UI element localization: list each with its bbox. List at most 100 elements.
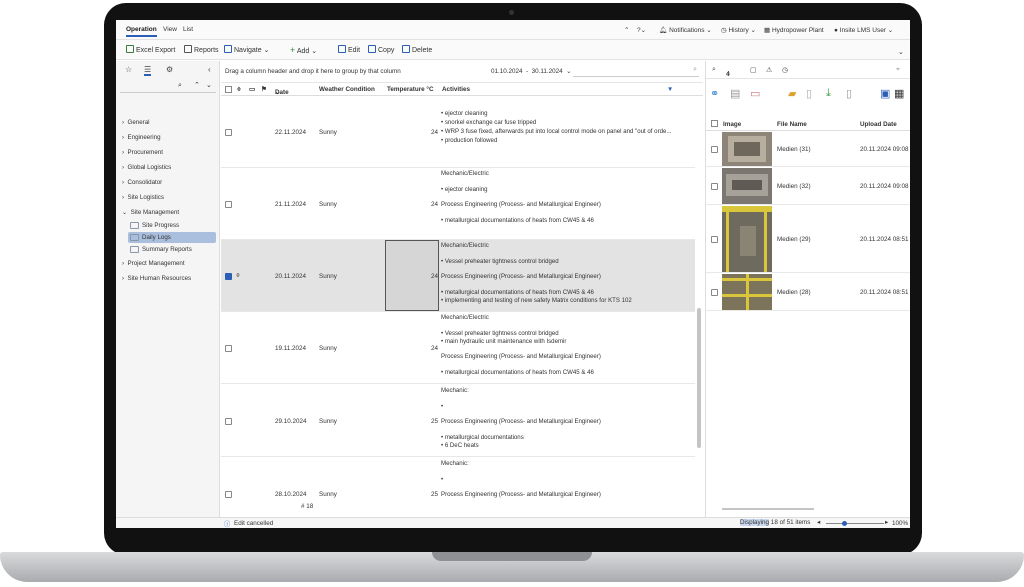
reports-button[interactable]: Reports: [184, 45, 219, 54]
row-checkbox[interactable]: [711, 146, 718, 153]
grid-view-icon[interactable]: ▤: [730, 87, 740, 100]
toolbar: Excel Export Reports Navigate ⌄ + Add ⌄ …: [116, 40, 910, 60]
collapse-icon[interactable]: ⌃: [624, 26, 629, 34]
sidebar-item-general[interactable]: › General: [122, 119, 150, 126]
notifications-button[interactable]: 🔔︎ Notifications ⌄: [659, 26, 712, 34]
zoom-slider[interactable]: [826, 523, 884, 524]
excel-export-button[interactable]: Excel Export: [126, 45, 175, 54]
sidebar-item-daily-logs[interactable]: Daily Logs: [128, 232, 216, 243]
sidebar-item-consolidator[interactable]: › Consolidator: [122, 179, 162, 186]
date-range-picker[interactable]: 01.10.2024 - 30.11.2024 ⌄: [491, 68, 571, 75]
warning-icon[interactable]: ⚠: [766, 66, 772, 74]
expand-icon[interactable]: ⌄: [898, 48, 904, 56]
filter-icon[interactable]: ▼: [667, 86, 673, 93]
attachment-row[interactable]: Medien (29) 20.11.2024 08:51: [706, 205, 910, 273]
panel-tabs: ⌕ ⌽ 4 ▢ ⚠ ◷ ⌖: [706, 61, 910, 79]
grid-scrollbar[interactable]: [697, 96, 701, 500]
link-icon[interactable]: ⚭: [710, 87, 719, 100]
pin-icon[interactable]: ⌖: [896, 66, 900, 74]
panel-scrollbar[interactable]: [722, 508, 814, 510]
excel-icon: [126, 45, 134, 53]
clock-icon[interactable]: ◷: [782, 66, 788, 74]
download-icon[interactable]: ⤓: [826, 87, 831, 100]
row-checkbox[interactable]: [711, 236, 718, 243]
sidebar-item-summary-reports[interactable]: Summary Reports: [128, 244, 216, 255]
grid-search-input[interactable]: ⌕: [573, 66, 699, 77]
sidebar-item-project-management[interactable]: › Project Management: [122, 260, 185, 267]
help-icon[interactable]: ?⌄: [637, 26, 646, 34]
column-temperature[interactable]: Temperature °C: [387, 86, 434, 93]
attachment-row[interactable]: Medien (28) 20.11.2024 08:51: [706, 273, 910, 311]
report-icon: [184, 45, 192, 53]
table-row[interactable]: 21.11.2024 Sunny 24 Mechanic/Electric • …: [221, 168, 695, 240]
history-button[interactable]: ◷ History ⌄: [721, 26, 756, 34]
search-icon[interactable]: ⌕: [712, 66, 716, 74]
sidebar-search[interactable]: ⌕ ⌃ ⌄: [120, 81, 216, 93]
row-checkbox-checked[interactable]: [225, 273, 232, 280]
attachment-row[interactable]: Medien (32) 20.11.2024 09:08: [706, 167, 910, 205]
collapse-sidebar-icon[interactable]: ‹: [208, 65, 211, 74]
row-checkbox[interactable]: [225, 491, 232, 498]
file-icon[interactable]: ▯: [846, 87, 852, 100]
select-all-checkbox[interactable]: [711, 120, 718, 127]
select-all-checkbox[interactable]: [225, 86, 232, 93]
add-button[interactable]: + Add ⌄: [290, 45, 317, 55]
bell-icon: 🔔︎: [659, 27, 668, 34]
column-image[interactable]: Image: [723, 121, 741, 128]
user-menu[interactable]: ● Insite LMS User ⌄: [834, 26, 893, 34]
column-upload-date[interactable]: Upload Date: [860, 121, 897, 128]
status-message: Edit cancelled: [234, 520, 274, 527]
row-checkbox[interactable]: [711, 183, 718, 190]
tab-list[interactable]: List: [183, 26, 193, 33]
favorites-icon[interactable]: ☆: [125, 65, 132, 74]
table-row[interactable]: 29.10.2024 Sunny 25 Mechanic: • Process …: [221, 384, 695, 457]
tab-view[interactable]: View: [163, 26, 177, 33]
delete-button[interactable]: Delete: [402, 45, 432, 54]
list-icon[interactable]: ☰: [144, 65, 152, 76]
expand-all-icon[interactable]: ⌃: [194, 81, 200, 89]
column-activities[interactable]: Activities: [442, 86, 470, 93]
row-checkbox[interactable]: [225, 418, 232, 425]
sidebar-item-site-human-resources[interactable]: › Site Human Resources: [122, 275, 191, 282]
delete-icon: [402, 45, 410, 53]
list-view-icon[interactable]: ▣: [880, 87, 890, 100]
table-row[interactable]: 28.10.2024 Sunny 25 Mechanic: • Process …: [221, 457, 695, 500]
row-checkbox[interactable]: [225, 129, 232, 136]
collapse-all-icon[interactable]: ⌄: [206, 81, 212, 89]
copy-button[interactable]: Copy: [368, 45, 394, 54]
row-checkbox[interactable]: [225, 345, 232, 352]
sidebar-item-site-progress[interactable]: Site Progress: [128, 220, 216, 231]
table-row[interactable]: 19.11.2024 Sunny 24 Mechanic/Electric • …: [221, 312, 695, 384]
sidebar-item-engineering[interactable]: › Engineering: [122, 134, 161, 141]
grid-body: 22.11.2024 Sunny 24 • ejector cleaning •…: [221, 96, 695, 500]
flag-col-icon: ⚑: [261, 86, 267, 93]
sidebar-item-site-logistics[interactable]: › Site Logistics: [122, 194, 164, 201]
row-checkbox[interactable]: [711, 289, 718, 296]
document-icon[interactable]: ▯: [806, 87, 812, 100]
grid-header: ⌽ ▭ ⚑ ⌄ Date Weather Condition Temperatu…: [221, 83, 703, 96]
zoom-slider-handle[interactable]: [842, 521, 847, 526]
tab-operation[interactable]: Operation: [126, 26, 157, 37]
table-row[interactable]: 22.11.2024 Sunny 24 • ejector cleaning •…: [221, 96, 695, 168]
copy-icon: [368, 45, 376, 53]
gallery-icon[interactable]: ▭: [750, 87, 760, 100]
scrollbar-thumb[interactable]: [697, 308, 701, 448]
paperclip-icon: ⌽: [236, 272, 240, 279]
table-row-selected[interactable]: ⌽ 20.11.2024 Sunny 24 Mechanic/Electric …: [221, 240, 695, 312]
zoom-in-icon[interactable]: ▸: [885, 519, 888, 526]
row-checkbox[interactable]: [225, 201, 232, 208]
tile-view-icon[interactable]: ▦: [894, 87, 904, 100]
sidebar-item-global-logistics[interactable]: › Global Logistics: [122, 164, 171, 171]
edit-button[interactable]: Edit: [338, 45, 360, 54]
settings-icon[interactable]: ⚙: [166, 65, 173, 74]
folder-icon[interactable]: ▰: [788, 87, 796, 100]
sidebar-item-site-management[interactable]: ⌄ Site Management: [122, 209, 179, 216]
attachment-row[interactable]: Medien (31) 20.11.2024 09:08: [706, 131, 910, 167]
zoom-out-icon[interactable]: ◂: [817, 519, 820, 526]
sidebar-item-procurement[interactable]: › Procurement: [122, 149, 163, 156]
column-file-name[interactable]: File Name: [777, 121, 807, 128]
navigate-button[interactable]: Navigate ⌄: [224, 45, 269, 54]
plant-selector[interactable]: ▦ Hydropower Plant: [764, 26, 824, 34]
column-weather[interactable]: Weather Condition: [319, 86, 375, 93]
comment-icon[interactable]: ▢: [750, 66, 757, 74]
